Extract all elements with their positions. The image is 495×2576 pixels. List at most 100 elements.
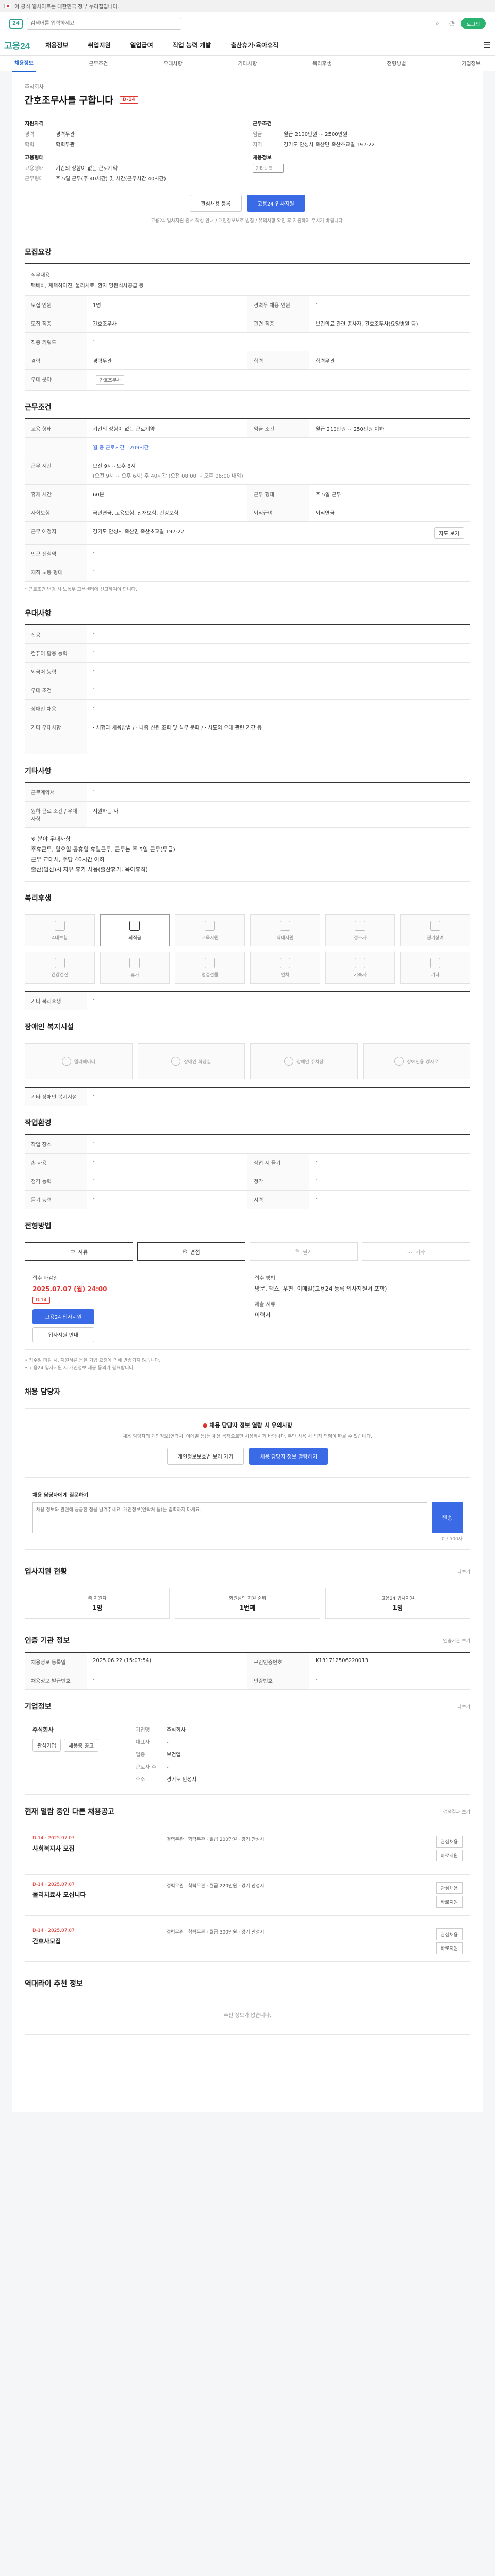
apply-guide-button[interactable]: 입사지원 안내 bbox=[32, 1327, 94, 1343]
kv-value: - bbox=[167, 1765, 169, 1771]
conditions-table: 고용 형태 기간의 정함이 없는 근로계약 임금 조건 월급 210만원 ~ 250만… bbox=[25, 418, 470, 582]
row-label: 고용 형태 bbox=[25, 419, 87, 437]
tab-apply[interactable]: 전형방법 bbox=[385, 55, 408, 71]
row-label: 퇴직급여 bbox=[248, 503, 309, 521]
related-apply-button[interactable]: 바로지원 bbox=[436, 1896, 463, 1908]
map-button[interactable]: 지도 보기 bbox=[434, 527, 464, 539]
row-value: 60분 bbox=[93, 492, 104, 498]
row-value: - bbox=[93, 568, 95, 574]
tab-recruit[interactable]: 채용정보 bbox=[12, 55, 36, 72]
gnb-item-leave[interactable]: 출산휴가·육아휴직 bbox=[230, 41, 278, 49]
gnb-item-benefit[interactable]: 일업급여 bbox=[130, 41, 153, 49]
manager-warning: 채용 담당자 정보 열람 시 유의사항 bbox=[209, 1421, 293, 1429]
kv-label: 근무형태 bbox=[25, 176, 44, 182]
job-summary: 주식회사 간호조무사를 구합니다 D-14 지원자격 경력 경력무관 학력 학력무관 … bbox=[12, 71, 483, 235]
row-value: - bbox=[93, 668, 95, 673]
bottom-heading: 역대라이 추천 정보 bbox=[25, 1980, 83, 1989]
view-manager-button[interactable]: 채용 담당자 정보 열람하기 bbox=[249, 1448, 328, 1465]
row-value: 간호조무사 bbox=[93, 321, 117, 327]
row-value: - bbox=[93, 631, 95, 636]
korea-flag-icon bbox=[4, 4, 11, 8]
menu-icon[interactable]: ☰ bbox=[484, 40, 491, 50]
status-more-link[interactable]: 더보기 bbox=[457, 1568, 470, 1575]
doc-value: 이력서 bbox=[255, 1312, 271, 1319]
gnb-item-jobs[interactable]: 채용정보 bbox=[45, 41, 68, 49]
related-title[interactable]: 물리치료사 모십니다 bbox=[32, 1890, 156, 1899]
related-title[interactable]: 간호사모집 bbox=[32, 1937, 156, 1945]
welfare-icon bbox=[205, 957, 216, 968]
prefs-table: 전공 - 컴퓨터 활용 능력 - 외국어 능력 - 우대 조건 - 장애인 채용 - 기타… bbox=[25, 624, 470, 754]
row-label: 근무 예정지 bbox=[25, 522, 87, 544]
related-dday: D-14 · 2025.07.07 bbox=[32, 1928, 75, 1934]
related-interest-button[interactable]: 관심채용 bbox=[436, 1836, 463, 1848]
row-value: 1명 bbox=[93, 303, 101, 309]
row-label: 시력 bbox=[248, 1191, 309, 1209]
kv-value: 주식회사 bbox=[167, 1727, 186, 1734]
welfare-label: 퇴직금 bbox=[128, 935, 141, 941]
row-label: 청각 능력 bbox=[25, 1172, 87, 1191]
manager-box: ● 채용 담당자 정보 열람 시 유의사항 채용 담당자의 개인정보(연락처, … bbox=[25, 1408, 470, 1478]
site-mini-logo[interactable]: 24 bbox=[9, 18, 23, 29]
company-more-link[interactable]: 더보기 bbox=[457, 1703, 470, 1710]
step-label: 필기 bbox=[302, 1249, 312, 1256]
gov-banner: 이 공식 웹사이트는 대한민국 정부 누리집입니다. bbox=[0, 0, 495, 12]
etc-note: 주휴근무, 일요일·공휴일 휴일근무, 근무는 주 5일 근무(무급) bbox=[31, 845, 175, 853]
conditions-footnote: * 근로조건 변경 시 노동부 고용센터에 신고하여야 합니다. bbox=[25, 587, 137, 592]
tab-prefs[interactable]: 우대사항 bbox=[161, 55, 185, 71]
row-label: 구인인증번호 bbox=[248, 1653, 309, 1671]
interest-button[interactable]: 관심채용 등록 bbox=[190, 195, 242, 212]
kv-value: 경기도 안성시 죽산면 죽산초교길 197-22 bbox=[284, 142, 375, 148]
question-input[interactable] bbox=[32, 1502, 427, 1534]
tab-company[interactable]: 기업정보 bbox=[459, 55, 483, 71]
related-apply-button[interactable]: 바로지원 bbox=[436, 1942, 463, 1955]
disability-icon bbox=[284, 1057, 293, 1066]
related-apply-button[interactable]: 바로지원 bbox=[436, 1850, 463, 1862]
row-value: - bbox=[93, 686, 95, 692]
company-name: 주식회사 bbox=[25, 84, 44, 90]
row-value: - bbox=[93, 649, 95, 655]
source-more-link[interactable]: 인증기관 보기 bbox=[443, 1637, 470, 1644]
etc-heading: 기타사항 bbox=[25, 767, 52, 775]
login-button[interactable]: 로그인 bbox=[461, 18, 486, 29]
row-label: 근무 형태 bbox=[248, 485, 309, 503]
tab-welfare[interactable]: 복리후생 bbox=[310, 55, 334, 71]
related-interest-button[interactable]: 관심채용 bbox=[436, 1882, 463, 1894]
manager-desc: 채용 담당자의 개인정보(연락처, 이메일 등)는 채용 목적으로만 사용하시기… bbox=[123, 1434, 372, 1439]
gnb-item-training[interactable]: 직업 능력 개발 bbox=[173, 41, 211, 49]
apply-button-2[interactable]: 고용24 입사지원 bbox=[32, 1309, 94, 1325]
row-value: 주 5일 근무 bbox=[316, 492, 341, 498]
row-label: 직종 키워드 bbox=[25, 333, 87, 351]
row-value: - bbox=[93, 1676, 95, 1683]
related-more-link[interactable]: 검색결과 보기 bbox=[443, 1808, 470, 1815]
tab-conditions[interactable]: 근무조건 bbox=[87, 55, 110, 71]
status-label: 회원님의 지원 순위 bbox=[229, 1596, 266, 1602]
cert-chip: 간호조무사 bbox=[96, 375, 125, 385]
doc-label: 제출 서류 bbox=[255, 1302, 275, 1308]
bell-icon[interactable]: ◔ bbox=[447, 19, 457, 29]
gnb-item-support[interactable]: 취업지원 bbox=[88, 41, 110, 49]
step-other: … 기타 bbox=[362, 1242, 470, 1261]
question-send-button[interactable]: 전송 bbox=[432, 1502, 463, 1534]
tab-etc[interactable]: 기타사항 bbox=[236, 55, 259, 71]
welfare-item: 휴가 bbox=[100, 952, 170, 984]
search-input[interactable] bbox=[27, 17, 182, 30]
welfare-label: 4대보험 bbox=[52, 935, 68, 941]
search-icon[interactable]: ⌕ bbox=[432, 19, 442, 29]
company-jobs-button[interactable]: 채용중 공고 bbox=[63, 1739, 98, 1752]
company-box: 주식회사 관심기업 채용중 공고 기업명 주식회사 대표자 - 업종 보건업 근로자 … bbox=[25, 1718, 470, 1795]
related-title[interactable]: 사회복지사 모집 bbox=[32, 1844, 156, 1853]
related-item[interactable]: D-14 · 2025.07.07 사회복지사 모집 경력무관 · 학력무관 · … bbox=[25, 1828, 470, 1870]
company-interest-button[interactable]: 관심기업 bbox=[32, 1739, 61, 1752]
conditions-heading: 근무조건 bbox=[25, 403, 52, 412]
related-item[interactable]: D-14 · 2025.07.07 물리치료사 모십니다 경력무관 · 학력무관 … bbox=[25, 1874, 470, 1916]
related-interest-button[interactable]: 관심채용 bbox=[436, 1928, 463, 1941]
other-icon: … bbox=[407, 1248, 412, 1255]
related-item[interactable]: D-14 · 2025.07.07 간호사모집 경력무관 · 학력무관 · 월급 … bbox=[25, 1921, 470, 1962]
welfare-item: 교육지원 bbox=[175, 914, 245, 947]
privacy-law-button[interactable]: 개인정보보호법 보러 가기 bbox=[167, 1448, 244, 1465]
site-logo[interactable]: 고용24 bbox=[4, 39, 30, 52]
apply-button[interactable]: 고용24 입사지원 bbox=[246, 195, 305, 212]
status-label: 총 지원자 bbox=[88, 1596, 107, 1602]
related-desc: 경력무관 · 학력무관 · 월급 300만원 · 경기 안성시 bbox=[167, 1930, 265, 1936]
welfare-label: 기타 bbox=[431, 972, 440, 978]
